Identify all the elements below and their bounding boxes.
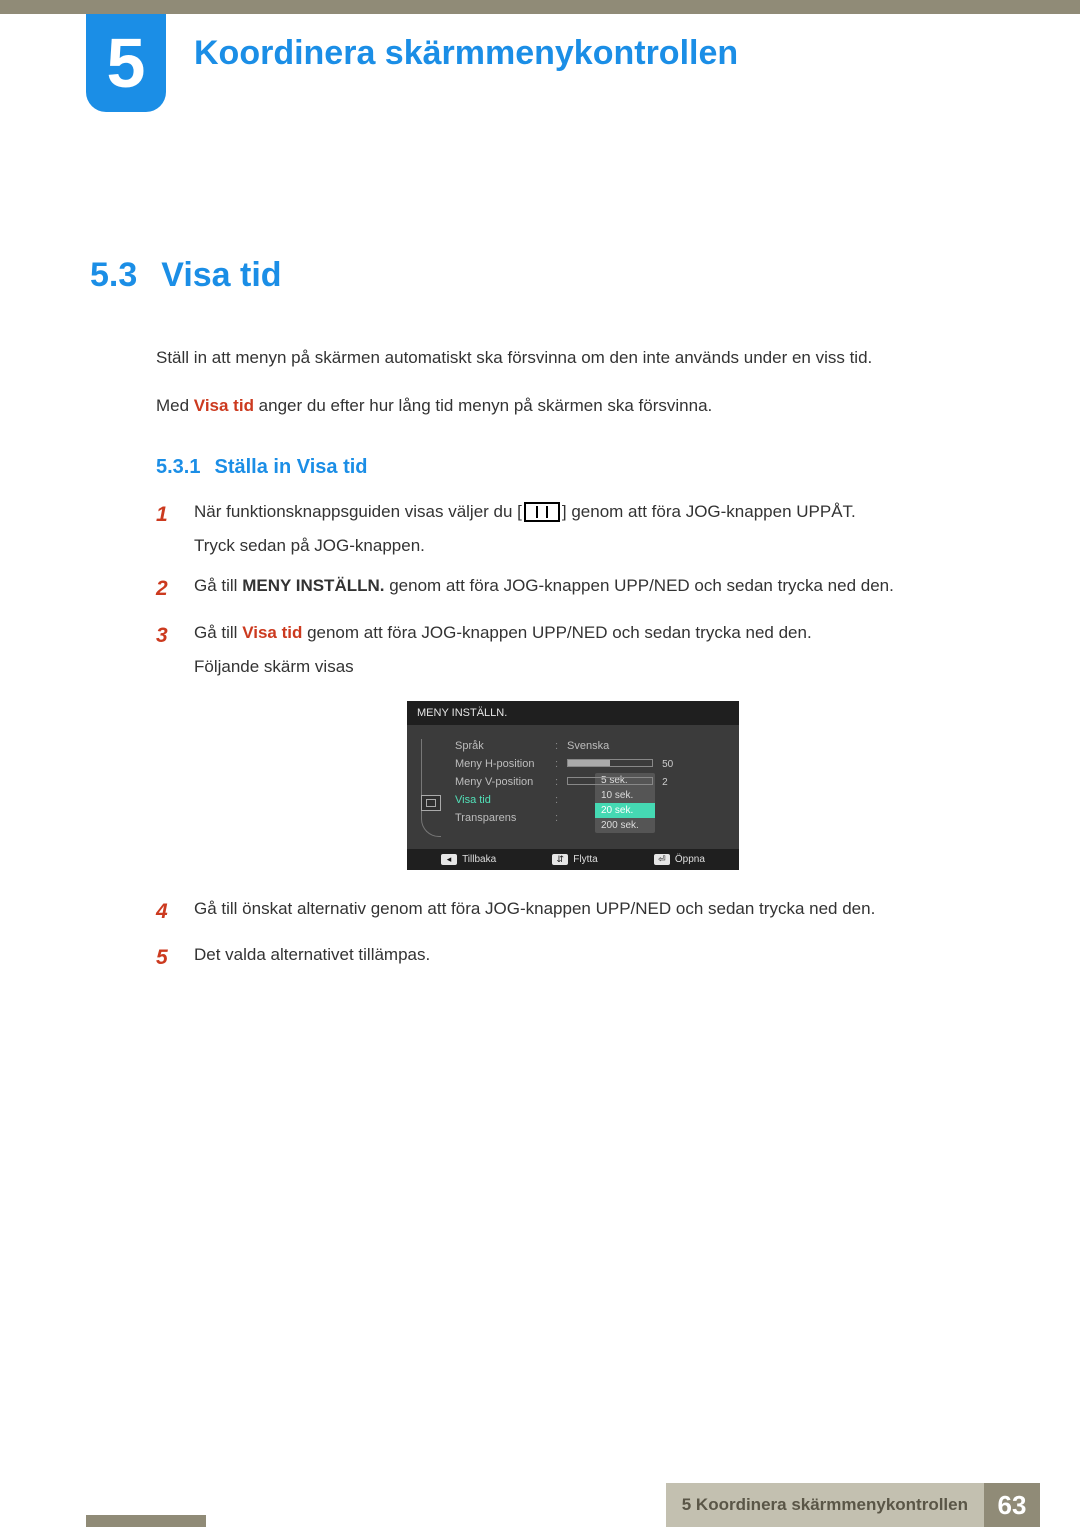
step-body: Gå till Visa tid genom att föra JOG-knap… xyxy=(194,620,990,681)
osd-colon: : xyxy=(555,776,561,788)
osd-option: 10 sek. xyxy=(595,788,655,803)
osd-screenshot: MENY INSTÄLLN. Språk : Svenska Meny H-po… xyxy=(407,701,739,870)
intro2-pre: Med xyxy=(156,396,194,415)
osd-colon: : xyxy=(555,812,561,824)
back-key-icon: ◂ xyxy=(441,854,457,865)
osd-row-vpos: Meny V-position : 2 xyxy=(455,773,729,791)
step-body: Det valda alternativet tillämpas. xyxy=(194,942,990,975)
osd-option: 200 sek. xyxy=(595,818,655,833)
osd-row-language: Språk : Svenska xyxy=(455,737,729,755)
osd-footer-back-label: Tillbaka xyxy=(462,854,496,865)
osd-footer-back: ◂ Tillbaka xyxy=(441,854,496,865)
move-key-icon: ⇵ xyxy=(552,854,568,865)
step-number: 3 xyxy=(156,620,176,681)
osd-side xyxy=(417,737,445,833)
osd-rows: Språk : Svenska Meny H-position : 50 Men… xyxy=(445,737,729,833)
footer-chapter-text: 5 Koordinera skärmmenykontrollen xyxy=(682,1495,968,1515)
step-body: När funktionsknappsguiden visas väljer d… xyxy=(194,499,990,560)
step-list: 1 När funktionsknappsguiden visas väljer… xyxy=(156,499,990,975)
step-number: 5 xyxy=(156,942,176,975)
osd-title: MENY INSTÄLLN. xyxy=(407,701,739,725)
osd-label: Transparens xyxy=(455,812,549,824)
step-2: 2 Gå till MENY INSTÄLLN. genom att föra … xyxy=(156,573,990,606)
osd-slider-bar xyxy=(567,759,653,767)
section-title: Visa tid xyxy=(161,256,281,295)
enter-key-icon: ⏎ xyxy=(654,854,670,865)
step2-pre: Gå till xyxy=(194,576,242,595)
osd-label-selected: Visa tid xyxy=(455,794,549,806)
osd-option-highlighted: 20 sek. xyxy=(595,803,655,818)
osd-value: Svenska xyxy=(567,740,729,752)
step-number: 1 xyxy=(156,499,176,560)
osd-body: Språk : Svenska Meny H-position : 50 Men… xyxy=(407,725,739,849)
osd-slider-bar xyxy=(567,777,653,785)
subsection-heading: 5.3.1 Ställa in Visa tid xyxy=(156,456,990,479)
osd-footer: ◂ Tillbaka ⇵ Flytta ⏎ Öppna xyxy=(407,849,739,870)
osd-curve xyxy=(421,739,441,837)
chapter-title: Koordinera skärmmenykontrollen xyxy=(194,34,738,73)
osd-colon: : xyxy=(555,758,561,770)
menu-icon xyxy=(524,502,560,522)
osd-label: Meny H-position xyxy=(455,758,549,770)
osd-label: Språk xyxy=(455,740,549,752)
step2-bold: MENY INSTÄLLN. xyxy=(242,576,384,595)
osd-colon: : xyxy=(555,740,561,752)
intro2-term: Visa tid xyxy=(194,396,254,415)
step1-line2: Tryck sedan på JOG-knappen. xyxy=(194,533,990,559)
osd-footer-move-label: Flytta xyxy=(573,854,597,865)
osd-category-icon xyxy=(421,795,441,811)
section-heading: 5.3 Visa tid xyxy=(90,256,990,295)
section-intro-2: Med Visa tid anger du efter hur lång tid… xyxy=(156,393,990,419)
step3-post: genom att föra JOG-knappen UPP/NED och s… xyxy=(302,623,811,642)
osd-row-transparency: Transparens : xyxy=(455,809,729,827)
step-5: 5 Det valda alternativet tillämpas. xyxy=(156,942,990,975)
step-4: 4 Gå till önskat alternativ genom att fö… xyxy=(156,896,990,929)
content-area: 5.3 Visa tid Ställ in att menyn på skärm… xyxy=(0,86,1080,975)
step3-term: Visa tid xyxy=(242,623,302,642)
step1-text-b: ] genom att föra JOG-knappen UPPÅT. xyxy=(562,502,856,521)
step-number: 2 xyxy=(156,573,176,606)
step-1: 1 När funktionsknappsguiden visas väljer… xyxy=(156,499,990,560)
subsection-title: Ställa in Visa tid xyxy=(214,456,367,479)
osd-label: Meny V-position xyxy=(455,776,549,788)
intro2-post: anger du efter hur lång tid menyn på skä… xyxy=(254,396,712,415)
step3-pre: Gå till xyxy=(194,623,242,642)
osd-row-visatid: Visa tid : xyxy=(455,791,729,809)
subsection-number: 5.3.1 xyxy=(156,456,200,479)
step-body: Gå till MENY INSTÄLLN. genom att föra JO… xyxy=(194,573,990,606)
footer-chapter-label: 5 Koordinera skärmmenykontrollen xyxy=(666,1483,984,1527)
step-3: 3 Gå till Visa tid genom att föra JOG-kn… xyxy=(156,620,990,681)
osd-footer-open: ⏎ Öppna xyxy=(654,854,705,865)
chapter-number: 5 xyxy=(107,23,146,103)
step3-line2: Följande skärm visas xyxy=(194,654,990,680)
footer-page-number: 63 xyxy=(984,1483,1040,1527)
step2-post: genom att föra JOG-knappen UPP/NED och s… xyxy=(385,576,894,595)
section-intro-1: Ställ in att menyn på skärmen automatisk… xyxy=(156,345,990,371)
osd-footer-move: ⇵ Flytta xyxy=(552,854,597,865)
step-number: 4 xyxy=(156,896,176,929)
osd-slider-value: 50 xyxy=(662,759,673,770)
osd-colon: : xyxy=(555,794,561,806)
step-body: Gå till önskat alternativ genom att föra… xyxy=(194,896,990,929)
osd-row-hpos: Meny H-position : 50 xyxy=(455,755,729,773)
osd-footer-open-label: Öppna xyxy=(675,854,705,865)
osd-slider-value: 2 xyxy=(662,777,668,788)
section-number: 5.3 xyxy=(90,256,137,295)
osd-value: 50 xyxy=(567,758,729,770)
chapter-badge: 5 xyxy=(86,14,166,112)
page-footer: 5 Koordinera skärmmenykontrollen 63 xyxy=(0,1471,1080,1527)
osd-value: 2 xyxy=(567,776,729,788)
step1-text-a: När funktionsknappsguiden visas väljer d… xyxy=(194,502,522,521)
footer-accent-bar xyxy=(86,1515,206,1527)
